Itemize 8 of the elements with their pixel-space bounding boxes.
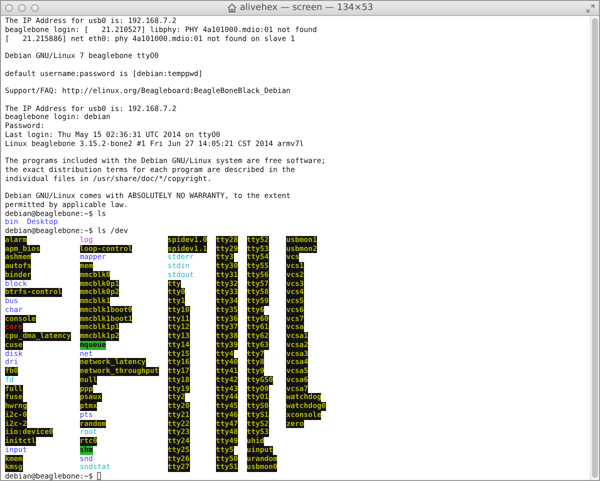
scrollbar[interactable]: [590, 16, 599, 480]
home-icon: [226, 3, 237, 13]
minimize-button[interactable]: [18, 4, 26, 12]
fullscreen-icon[interactable]: [586, 4, 595, 12]
scroll-thumb[interactable]: [592, 18, 598, 478]
close-button[interactable]: [5, 4, 13, 12]
zoom-button[interactable]: [31, 4, 39, 12]
window-title: alivehex — screen — 134×53: [240, 3, 374, 13]
